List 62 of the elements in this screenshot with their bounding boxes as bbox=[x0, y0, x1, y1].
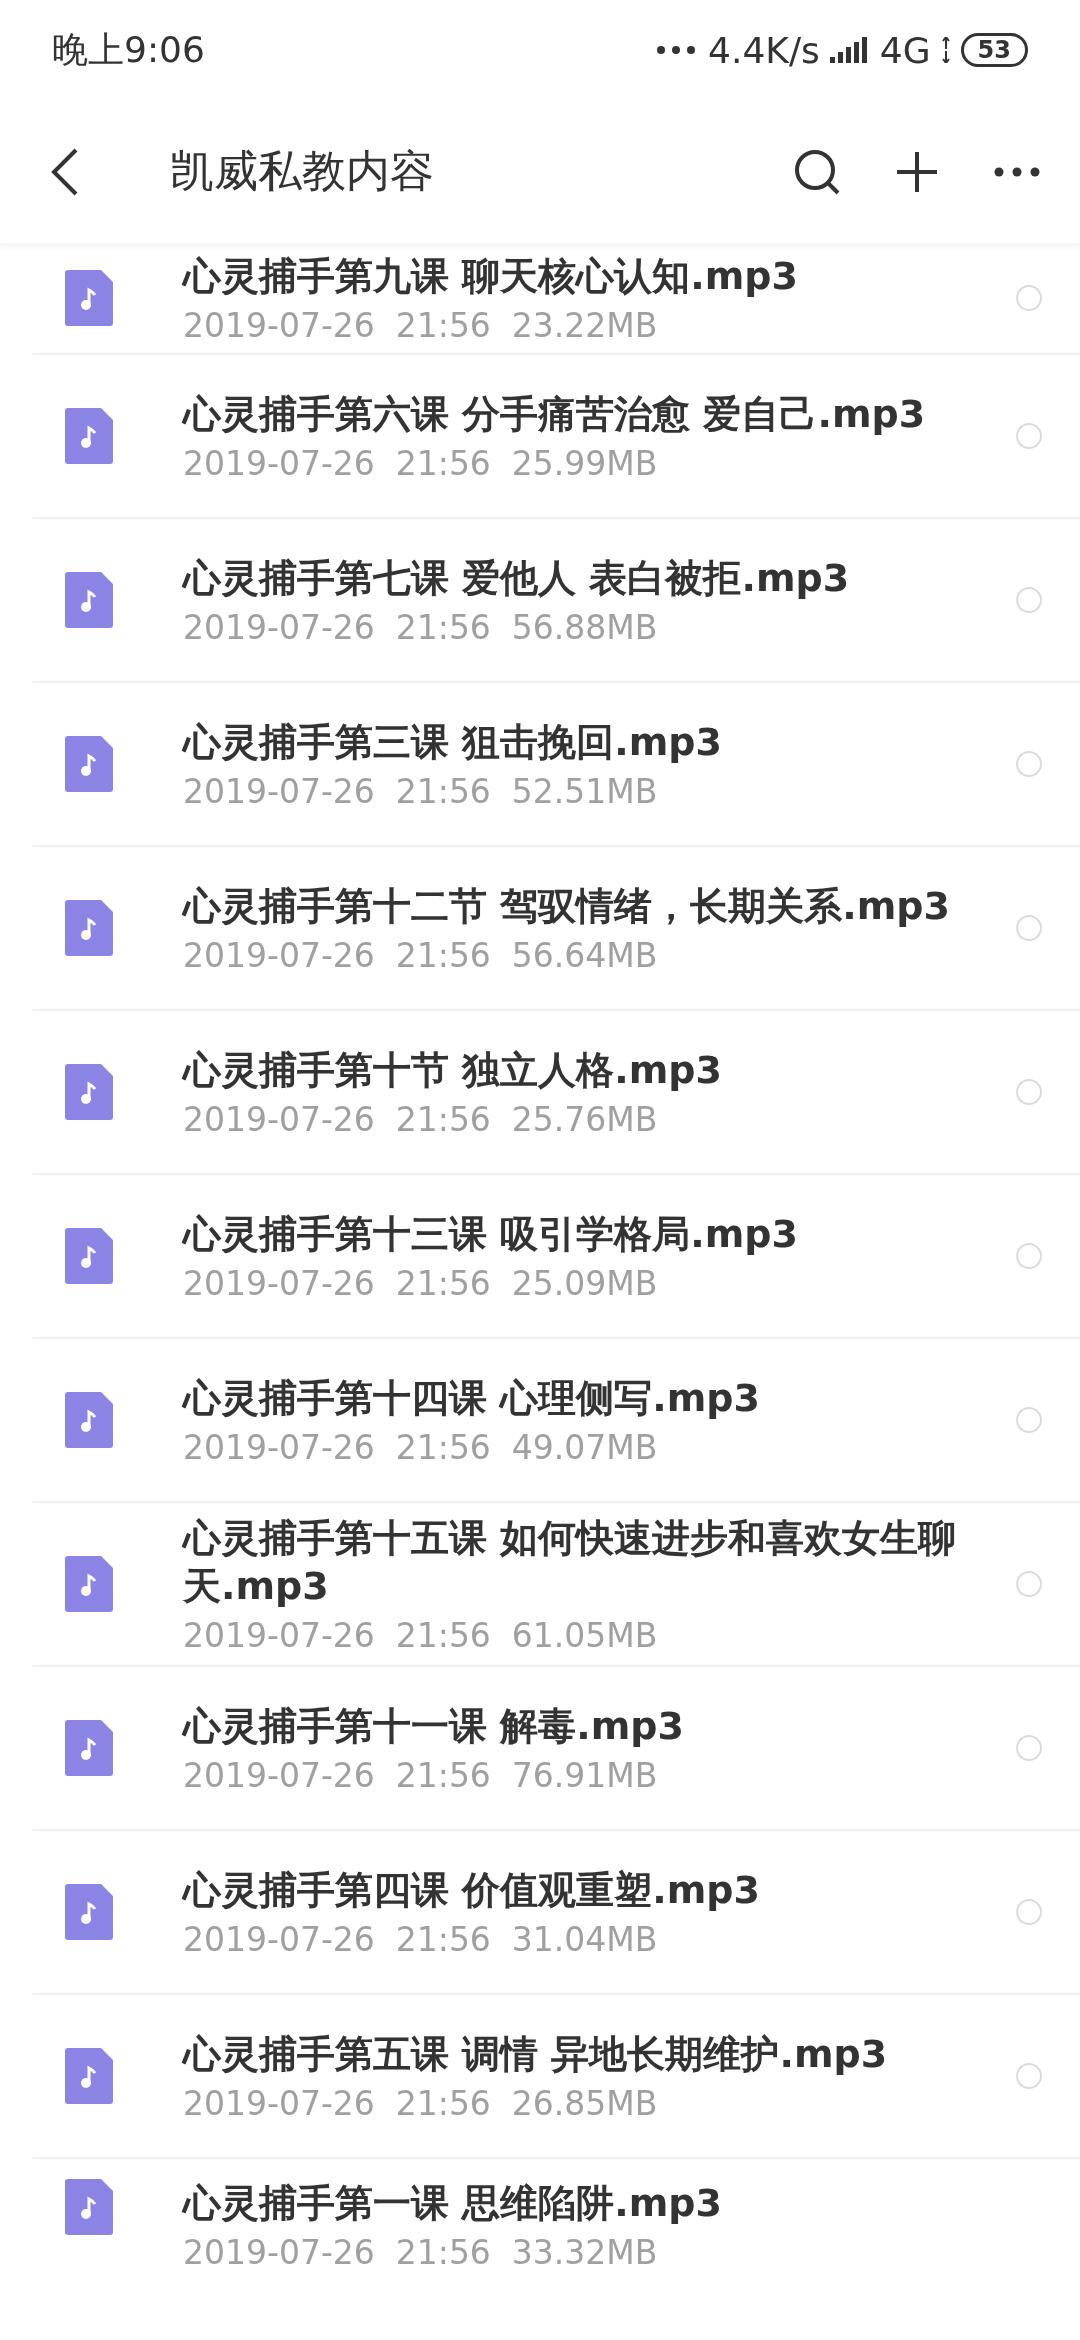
select-radio[interactable] bbox=[1014, 1569, 1044, 1599]
add-icon[interactable] bbox=[895, 149, 939, 194]
select-radio[interactable] bbox=[1014, 913, 1044, 943]
file-details: 2019-07-26 21:56 25.99MB bbox=[183, 443, 659, 483]
more-icon[interactable] bbox=[994, 166, 1040, 177]
file-details: 2019-07-26 21:56 31.04MB bbox=[183, 1919, 659, 1959]
select-radio[interactable] bbox=[1014, 1733, 1044, 1763]
network-type: 4G bbox=[879, 29, 931, 71]
back-icon[interactable] bbox=[50, 146, 80, 197]
audio-file-icon bbox=[65, 1556, 113, 1612]
select-radio[interactable] bbox=[1014, 421, 1044, 451]
file-details: 2019-07-26 21:56 25.76MB bbox=[183, 1099, 659, 1139]
file-details: 2019-07-26 21:56 56.64MB bbox=[183, 935, 659, 975]
audio-file-icon bbox=[65, 1228, 113, 1284]
file-name[interactable]: 心灵捕手第一课 思维陷阱.mp3 bbox=[183, 2179, 1044, 2227]
select-radio[interactable] bbox=[1014, 1897, 1044, 1927]
file-details: 2019-07-26 21:56 56.88MB bbox=[183, 607, 659, 647]
select-radio[interactable] bbox=[1014, 1077, 1044, 1107]
audio-file-icon bbox=[65, 1720, 113, 1776]
battery-level: 53 bbox=[960, 33, 1028, 67]
status-time: 晚上9:06 bbox=[52, 27, 205, 72]
file-name[interactable]: 心灵捕手第十四课 心理侧写.mp3 bbox=[183, 1373, 1014, 1422]
file-details: 2019-07-26 21:56 23.22MB bbox=[183, 305, 659, 345]
folder-title: 凯威私教内容 bbox=[170, 144, 435, 198]
audio-file-icon bbox=[65, 736, 113, 792]
file-details: 2019-07-26 21:56 33.32MB bbox=[183, 2233, 659, 2272]
select-radio[interactable] bbox=[1014, 2061, 1044, 2091]
file-details: 2019-07-26 21:56 61.05MB bbox=[183, 1615, 659, 1655]
select-radio[interactable] bbox=[1014, 585, 1044, 615]
audio-file-icon bbox=[65, 1064, 113, 1120]
audio-file-icon bbox=[65, 1884, 113, 1940]
file-details: 2019-07-26 21:56 25.09MB bbox=[183, 1263, 659, 1303]
file-name[interactable]: 心灵捕手第六课 分手痛苦治愈 爱自己.mp3 bbox=[183, 389, 1014, 438]
audio-file-icon bbox=[65, 270, 113, 326]
file-name[interactable]: 心灵捕手第十节 独立人格.mp3 bbox=[183, 1045, 1014, 1094]
file-name[interactable]: 心灵捕手第七课 爱他人 表白被拒.mp3 bbox=[183, 553, 1014, 602]
file-name[interactable]: 心灵捕手第四课 价值观重塑.mp3 bbox=[183, 1865, 1014, 1914]
signal-icon bbox=[829, 37, 870, 63]
select-radio[interactable] bbox=[1014, 1241, 1044, 1271]
select-radio[interactable] bbox=[1014, 283, 1044, 313]
file-name[interactable]: 心灵捕手第十三课 吸引学格局.mp3 bbox=[183, 1209, 1014, 1258]
file-name[interactable]: 心灵捕手第十五课 如何快速进步和喜欢女生聊天.mp3 bbox=[183, 1513, 1014, 1610]
file-details: 2019-07-26 21:56 52.51MB bbox=[183, 771, 659, 811]
audio-file-icon bbox=[65, 2179, 113, 2235]
file-details: 2019-07-26 21:56 76.91MB bbox=[183, 1755, 659, 1795]
file-name[interactable]: 心灵捕手第九课 聊天核心认知.mp3 bbox=[183, 251, 1014, 300]
audio-file-icon bbox=[65, 408, 113, 464]
audio-file-icon bbox=[65, 900, 113, 956]
file-details: 2019-07-26 21:56 49.07MB bbox=[183, 1427, 659, 1467]
audio-file-icon bbox=[65, 2048, 113, 2104]
file-details: 2019-07-26 21:56 26.85MB bbox=[183, 2083, 659, 2123]
select-radio[interactable] bbox=[1014, 749, 1044, 779]
select-radio[interactable] bbox=[1014, 1405, 1044, 1435]
search-icon[interactable] bbox=[794, 148, 840, 195]
file-name[interactable]: 心灵捕手第五课 调情 异地长期维护.mp3 bbox=[183, 2029, 1014, 2078]
file-name[interactable]: 心灵捕手第十二节 驾驭情绪，长期关系.mp3 bbox=[183, 881, 1014, 930]
file-name[interactable]: 心灵捕手第三课 狙击挽回.mp3 bbox=[183, 717, 1014, 766]
audio-file-icon bbox=[65, 1392, 113, 1448]
audio-file-icon bbox=[65, 572, 113, 628]
file-name[interactable]: 心灵捕手第十一课 解毒.mp3 bbox=[183, 1701, 1014, 1750]
data-arrows-icon bbox=[940, 37, 951, 63]
network-speed: 4.4K/s bbox=[708, 29, 820, 71]
